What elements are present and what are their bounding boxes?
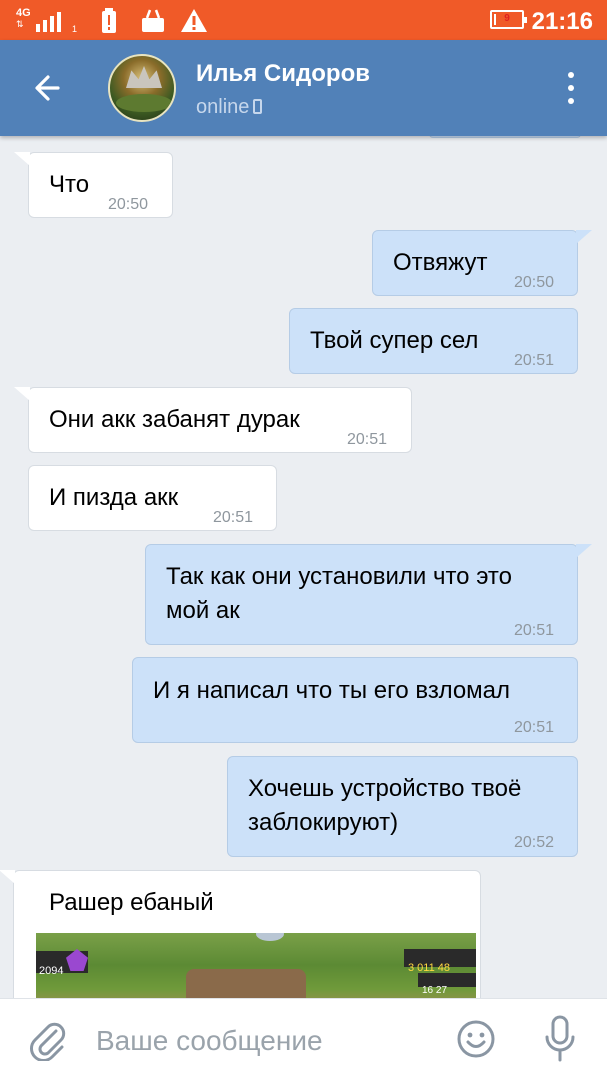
smile-icon[interactable] [456, 1019, 496, 1059]
gold-count: 3 011 48 [404, 949, 476, 974]
battery-alert-icon [102, 8, 116, 33]
network-type: 4G [16, 7, 31, 19]
message-text: Они акк забанят дурак [49, 406, 300, 433]
message-text: И пизда акк [49, 484, 179, 511]
avatar[interactable] [108, 54, 176, 122]
contact-name[interactable]: Илья Сидоров [196, 60, 370, 88]
message-bubble-incoming[interactable]: Что 20:50 [14, 152, 173, 218]
phone-icon [253, 99, 263, 114]
message-time: 20:52 [514, 834, 555, 851]
paperclip-icon[interactable] [28, 1019, 68, 1061]
message-bubble-incoming[interactable]: Они акк забанят дурак 20:51 [14, 387, 412, 453]
message-bubble-outgoing[interactable]: Твой супер сел 20:51 [289, 308, 578, 374]
message-input-bar [0, 998, 607, 1080]
message-text: Так как они установили что это мой ак [166, 563, 512, 624]
message-bubble-incoming[interactable]: И пизда акк 20:51 [28, 465, 277, 531]
message-time: 20:51 [514, 719, 555, 736]
message-text: Твой супер сел [310, 327, 479, 354]
data-arrows-icon: ⇅ [16, 19, 24, 29]
warning-icon [181, 9, 207, 32]
message-time: 20:51 [514, 352, 555, 369]
message-text: Хочешь устройство твоё заблокируют) [248, 775, 522, 836]
message-time: 20:51 [514, 622, 555, 639]
message-time: 20:50 [108, 196, 149, 213]
status-bar: 4G ⇅ 1 9 21:16 [0, 0, 607, 40]
message-text: Рашер ебаный [49, 889, 214, 916]
overflow-menu-button[interactable] [563, 72, 579, 106]
message-time: 20:51 [213, 509, 254, 526]
message-text: Отвяжут [393, 249, 488, 276]
message-input[interactable] [96, 1021, 426, 1061]
clock: 21:16 [531, 8, 593, 35]
message-bubble-outgoing[interactable]: Хочешь устройство твоё заблокируют) 20:5… [227, 756, 578, 857]
battery-level: 9 [504, 13, 510, 24]
sim-slot: 1 [72, 24, 78, 34]
battery-icon: 9 [490, 10, 527, 29]
basket-notification-icon [142, 9, 164, 32]
message-text: Что [49, 171, 90, 198]
game-screenshot-image[interactable]: 2094 3 011 48 16 27 [36, 933, 476, 998]
contact-status: online [196, 96, 263, 119]
message-bubble-incoming[interactable]: Рашер ебаный 2094 3 011 48 16 27 [0, 870, 481, 998]
signal-icon [36, 12, 61, 32]
message-bubble-outgoing[interactable]: Так как они установили что это мой ак 20… [145, 544, 592, 645]
message-time: 20:50 [514, 274, 555, 291]
back-arrow-icon[interactable] [26, 66, 70, 110]
message-bubble-outgoing[interactable]: И я написал что ты его взломал 20:51 [132, 657, 578, 743]
message-text: И я написал что ты его взломал [153, 677, 511, 704]
elixir-count: 16 27 [418, 973, 476, 996]
message-list[interactable]: Что 20:50 Отвяжут 20:50 Твой супер сел 2… [0, 136, 607, 998]
chat-header: Илья Сидоров online [0, 40, 607, 136]
previous-message-edge [429, 136, 581, 138]
message-time: 20:51 [347, 431, 388, 448]
status-text: online [196, 96, 250, 118]
microphone-icon[interactable] [544, 1015, 576, 1063]
message-bubble-outgoing[interactable]: Отвяжут 20:50 [372, 230, 592, 296]
